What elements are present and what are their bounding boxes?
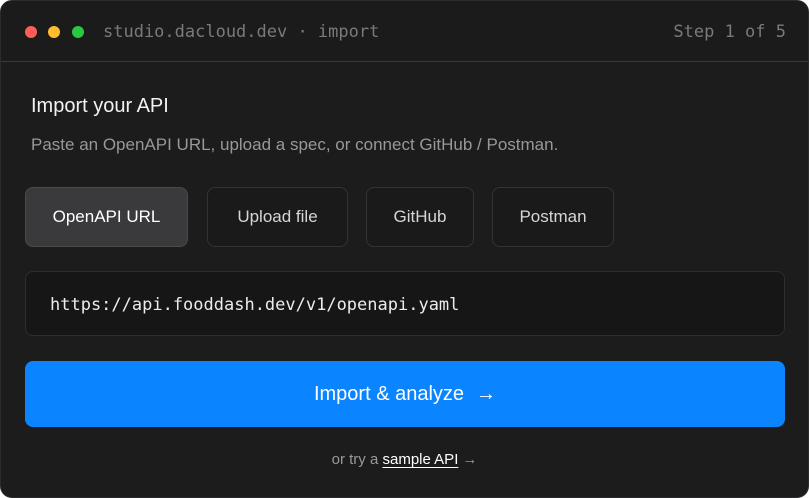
sample-api-prefix: or try a <box>331 451 379 468</box>
close-window-button[interactable] <box>25 26 37 38</box>
minimize-window-button[interactable] <box>48 26 60 38</box>
tab-upload-file[interactable]: Upload file <box>207 187 348 247</box>
import-analyze-button[interactable]: Import & analyze → <box>25 361 785 427</box>
sample-api-hint: or try a sample API → <box>1 450 808 470</box>
page-subtitle: Paste an OpenAPI URL, upload a spec, or … <box>31 135 559 154</box>
arrow-right-icon: → <box>476 382 497 405</box>
zoom-window-button[interactable] <box>72 26 84 38</box>
title-bar: studio.dacloud.dev · import Step 1 of 5 <box>1 1 808 62</box>
arrow-right-small-icon: → <box>462 451 478 468</box>
tab-postman[interactable]: Postman <box>492 187 614 247</box>
openapi-url-field <box>25 271 785 336</box>
app-window: studio.dacloud.dev · import Step 1 of 5 … <box>0 0 809 498</box>
import-analyze-label: Import & analyze <box>313 382 465 405</box>
page-title: Import your API <box>31 95 169 117</box>
tab-github[interactable]: GitHub <box>366 187 474 247</box>
sample-api-link[interactable]: sample API <box>382 451 458 468</box>
window-title: studio.dacloud.dev · import <box>103 22 380 42</box>
tab-openapi-url[interactable]: OpenAPI URL <box>25 187 188 247</box>
step-indicator: Step 1 of 5 <box>673 22 786 42</box>
openapi-url-input[interactable] <box>26 272 784 335</box>
